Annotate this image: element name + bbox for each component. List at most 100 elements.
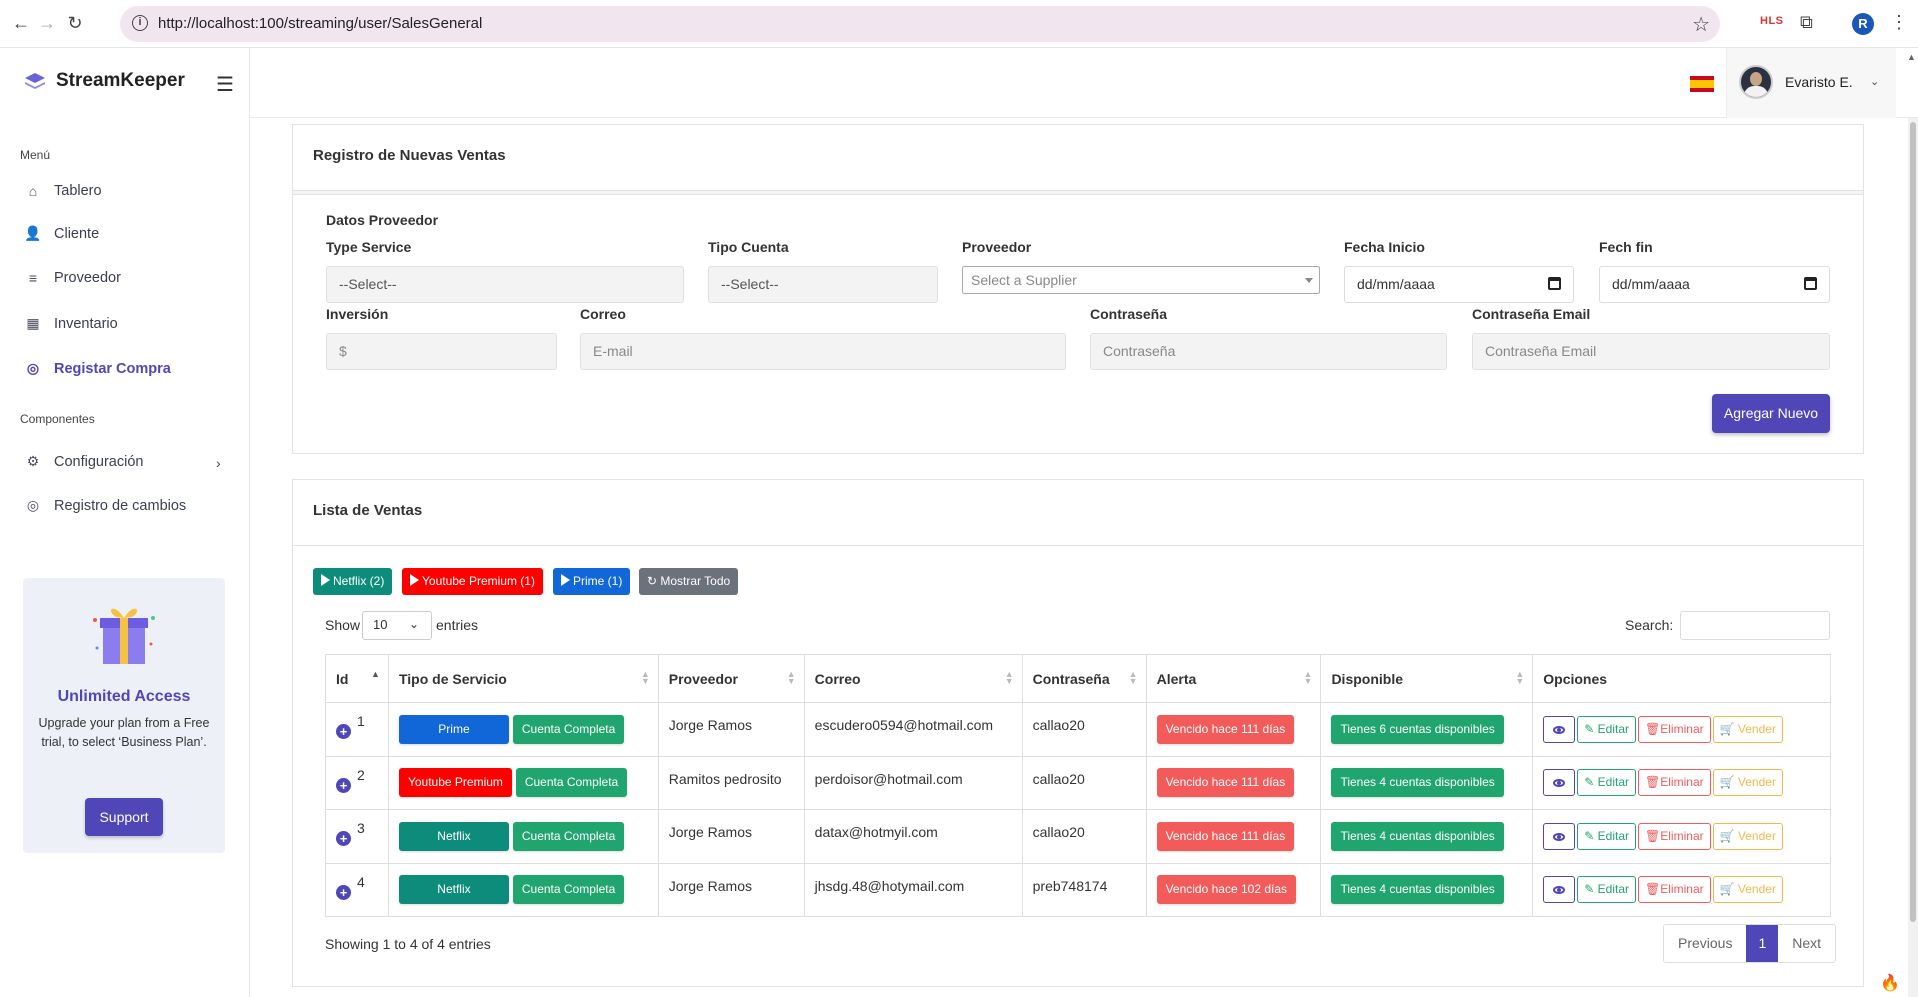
expand-row-icon[interactable]: + — [336, 724, 351, 740]
chevron-right-icon[interactable]: › — [216, 455, 221, 471]
view-button[interactable] — [1543, 822, 1576, 850]
fecha-inicio-label: Fecha Inicio — [1344, 239, 1425, 255]
sidebar-item-inventario[interactable]: ▦ Inventario — [24, 315, 117, 332]
service-badge: Netflix — [398, 821, 509, 851]
scroll-up-arrow-icon[interactable]: ▲ — [1907, 52, 1916, 62]
page-scrollbar-thumb[interactable] — [1910, 122, 1916, 922]
filter-netflix-button[interactable]: Netflix (2) — [313, 568, 393, 595]
forward-arrow-icon[interactable]: → — [36, 12, 58, 34]
edit-button[interactable]: ✎ Editar — [1577, 876, 1637, 904]
column-header-id[interactable]: Id ▲ — [325, 654, 389, 703]
available-badge: Tienes 4 cuentas disponibles — [1331, 875, 1504, 905]
user-menu[interactable]: Evaristo E. ⌄ — [1726, 48, 1896, 118]
options-cell: ✎ Editar 🗑Eliminar 🛒 Vender — [1532, 755, 1831, 810]
fecha-inicio-input[interactable]: dd/mm/aaaa — [1344, 266, 1574, 303]
previous-page-button[interactable]: Previous — [1664, 925, 1747, 962]
flame-icon: 🔥 — [1880, 975, 1900, 992]
bookmark-star-icon[interactable]: ☆ — [1692, 12, 1710, 37]
column-header-available[interactable]: Disponible ▲ ▼ — [1320, 654, 1534, 703]
filter-label: Prime (1) — [573, 574, 623, 588]
sidebar-item-configuracion[interactable]: ⚙ Configuración — [24, 453, 144, 470]
support-button[interactable]: Support — [85, 798, 163, 836]
filter-prime-button[interactable]: Prime (1) — [553, 568, 631, 595]
supplier-select[interactable]: Select a Supplier — [962, 266, 1320, 294]
back-arrow-icon[interactable]: ← — [10, 12, 32, 34]
edit-button[interactable]: ✎ Editar — [1577, 822, 1637, 850]
sidebar-item-registro-cambios[interactable]: ◎ Registro de cambios — [24, 497, 186, 514]
column-header-alert[interactable]: Alerta ▲ ▼ — [1145, 654, 1322, 703]
service-cell: Prime Cuenta Completa — [387, 702, 659, 757]
sidebar-item-tablero[interactable]: ⌂ Tablero — [24, 183, 102, 199]
delete-button[interactable]: 🗑Eliminar — [1638, 715, 1711, 743]
type-service-select[interactable]: --Select-- — [326, 266, 684, 303]
delete-button[interactable]: 🗑Eliminar — [1638, 822, 1711, 850]
available-cell: Tienes 4 cuentas disponibles — [1320, 755, 1534, 810]
id-cell: +3 — [325, 809, 389, 864]
sidebar-item-proveedor[interactable]: ≡ Proveedor — [24, 270, 121, 286]
password-cell: callao20 — [1021, 755, 1147, 810]
sidebar-item-cliente[interactable]: 👤 Cliente — [24, 225, 99, 242]
account-badge: Cuenta Completa — [512, 821, 625, 851]
dropdown-caret-icon — [1305, 278, 1313, 283]
sell-button[interactable]: 🛒 Vender — [1712, 715, 1783, 743]
view-button[interactable] — [1543, 715, 1576, 743]
spain-flag-icon[interactable] — [1690, 76, 1714, 92]
column-header-provider[interactable]: Proveedor ▲ ▼ — [657, 654, 805, 703]
available-cell: Tienes 4 cuentas disponibles — [1320, 862, 1534, 917]
view-button[interactable] — [1543, 876, 1576, 904]
correo-label: Correo — [580, 306, 626, 322]
show-all-button[interactable]: ↻ Mostrar Todo — [639, 568, 739, 595]
circle-check-icon: ◎ — [26, 497, 40, 513]
extensions-puzzle-icon[interactable]: ⧉ — [1800, 12, 1813, 33]
contrasena-email-label: Contraseña Email — [1472, 306, 1591, 322]
email-cell: datax@hotmyil.com — [803, 809, 1023, 864]
email-cell: perdoisor@hotmail.com — [803, 755, 1023, 810]
column-header-service[interactable]: Tipo de Servicio ▲ ▼ — [387, 654, 659, 703]
page-1-button[interactable]: 1 — [1746, 925, 1779, 962]
hls-extension-icon[interactable]: HLS — [1760, 15, 1784, 27]
trash-icon: 🗑 — [1645, 828, 1661, 843]
calendar-icon[interactable] — [1804, 277, 1817, 290]
edit-button[interactable]: ✎ Editar — [1577, 769, 1637, 797]
next-page-button[interactable]: Next — [1778, 925, 1836, 962]
search-input[interactable] — [1680, 611, 1830, 640]
password-field[interactable]: Contraseña — [1090, 333, 1447, 370]
home-icon: ⌂ — [28, 183, 38, 199]
reload-icon[interactable]: ↻ — [64, 12, 86, 34]
email-password-field[interactable]: Contraseña Email — [1472, 333, 1830, 370]
tipo-cuenta-select[interactable]: --Select-- — [708, 266, 938, 303]
email-field[interactable]: E-mail — [580, 333, 1066, 370]
page-length-select[interactable]: 10 ⌄ — [362, 611, 432, 640]
sell-button[interactable]: 🛒 Vender — [1712, 876, 1783, 904]
inversion-input[interactable]: $ — [326, 333, 557, 370]
trash-icon: 🗑 — [1645, 721, 1661, 736]
filter-youtube-button[interactable]: Youtube Premium (1) — [402, 568, 543, 595]
fecha-fin-input[interactable]: dd/mm/aaaa — [1599, 266, 1830, 303]
hamburger-menu-icon[interactable]: ☰ — [216, 72, 234, 97]
password-cell: preb748174 — [1021, 862, 1147, 917]
brand[interactable]: StreamKeeper — [24, 70, 185, 92]
column-header-password[interactable]: Contraseña ▲ ▼ — [1021, 654, 1147, 703]
expand-row-icon[interactable]: + — [336, 831, 351, 847]
calendar-icon[interactable] — [1548, 277, 1561, 290]
sell-button[interactable]: 🛒 Vender — [1712, 769, 1783, 797]
column-header-email[interactable]: Correo ▲ ▼ — [803, 654, 1023, 703]
browser-menu-icon[interactable]: ⋮ — [1890, 12, 1908, 33]
profile-avatar[interactable]: R — [1852, 13, 1874, 35]
service-badge: Netflix — [398, 875, 509, 905]
available-cell: Tienes 4 cuentas disponibles — [1320, 809, 1534, 864]
sidebar-item-registrar-compra[interactable]: ◎ Registar Compra — [24, 360, 171, 377]
add-new-button[interactable]: Agregar Nuevo — [1712, 394, 1830, 433]
expand-row-icon[interactable]: + — [336, 884, 351, 900]
store-icon: ▦ — [26, 315, 40, 331]
edit-button[interactable]: ✎ Editar — [1577, 715, 1637, 743]
delete-button[interactable]: 🗑Eliminar — [1638, 876, 1711, 904]
sell-button[interactable]: 🛒 Vender — [1712, 822, 1783, 850]
address-bar[interactable]: i http://localhost:100/streaming/user/Sa… — [120, 6, 1720, 42]
expand-row-icon[interactable]: + — [336, 777, 351, 793]
view-button[interactable] — [1543, 769, 1576, 797]
delete-button[interactable]: 🗑Eliminar — [1638, 769, 1711, 797]
site-info-icon[interactable]: i — [132, 15, 148, 31]
type-service-label: Type Service — [326, 239, 412, 255]
brand-name: StreamKeeper — [56, 70, 185, 91]
